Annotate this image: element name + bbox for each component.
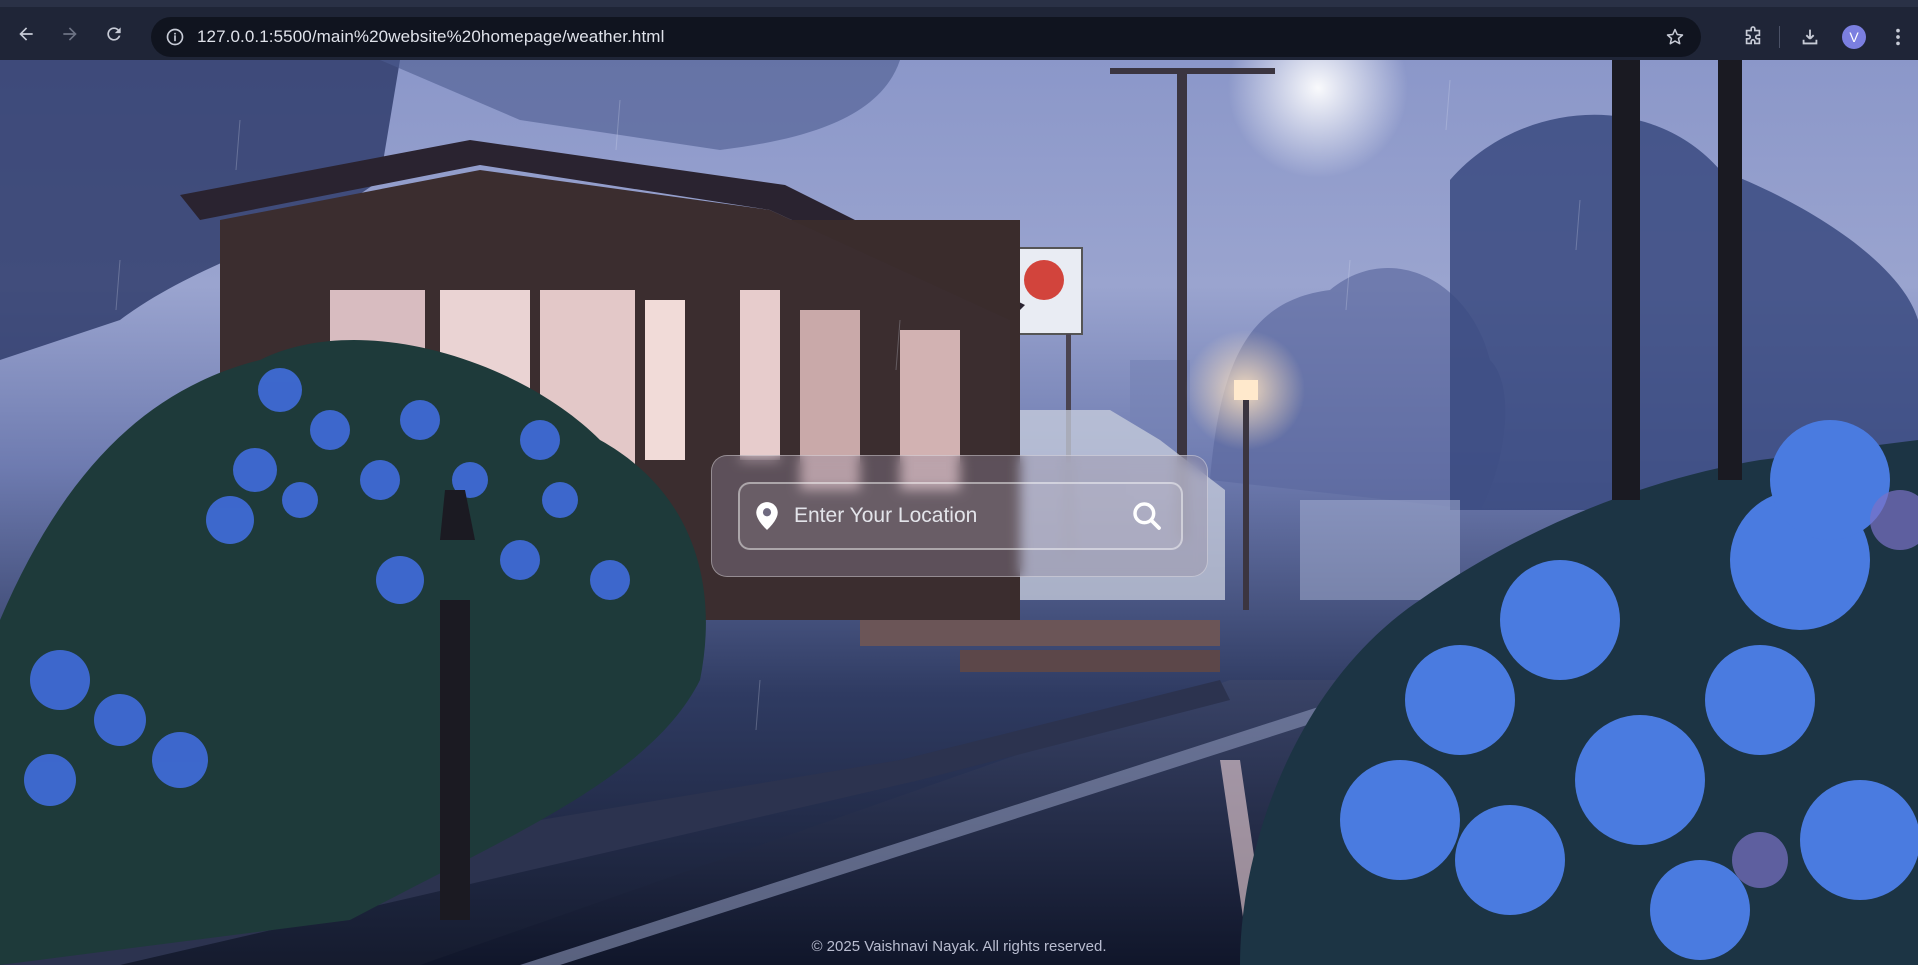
info-icon[interactable]	[165, 27, 185, 47]
arrow-right-icon	[63, 26, 77, 41]
location-search-box[interactable]	[738, 482, 1183, 550]
footer-copyright: © 2025 Vaishnavi Nayak. All rights reser…	[811, 938, 1107, 955]
url-text[interactable]: 127.0.0.1:5500/main%20website%20homepage…	[197, 27, 664, 47]
profile-button[interactable]: V	[1834, 17, 1874, 57]
forward-button[interactable]	[52, 16, 88, 52]
search-icon[interactable]	[1131, 500, 1163, 532]
downloads-button[interactable]	[1790, 17, 1830, 57]
search-card	[711, 455, 1208, 577]
back-button[interactable]	[8, 16, 44, 52]
location-input[interactable]	[792, 503, 1131, 529]
reload-icon	[107, 26, 121, 41]
more-vert-icon	[1896, 28, 1900, 46]
puzzle-icon	[1745, 26, 1761, 45]
toolbar-divider	[1779, 26, 1780, 48]
location-pin-icon	[756, 502, 778, 530]
avatar: V	[1842, 25, 1866, 49]
address-bar[interactable]: 127.0.0.1:5500/main%20website%20homepage…	[151, 17, 1701, 57]
weather-page: © 2025 Vaishnavi Nayak. All rights reser…	[0, 60, 1918, 965]
browser-toolbar: 127.0.0.1:5500/main%20website%20homepage…	[0, 0, 1918, 60]
menu-button[interactable]	[1878, 17, 1918, 57]
arrow-left-icon	[19, 26, 33, 41]
reload-button[interactable]	[96, 16, 132, 52]
extensions-button[interactable]	[1733, 17, 1773, 57]
download-icon	[1802, 29, 1818, 45]
star-icon[interactable]	[1665, 27, 1685, 47]
